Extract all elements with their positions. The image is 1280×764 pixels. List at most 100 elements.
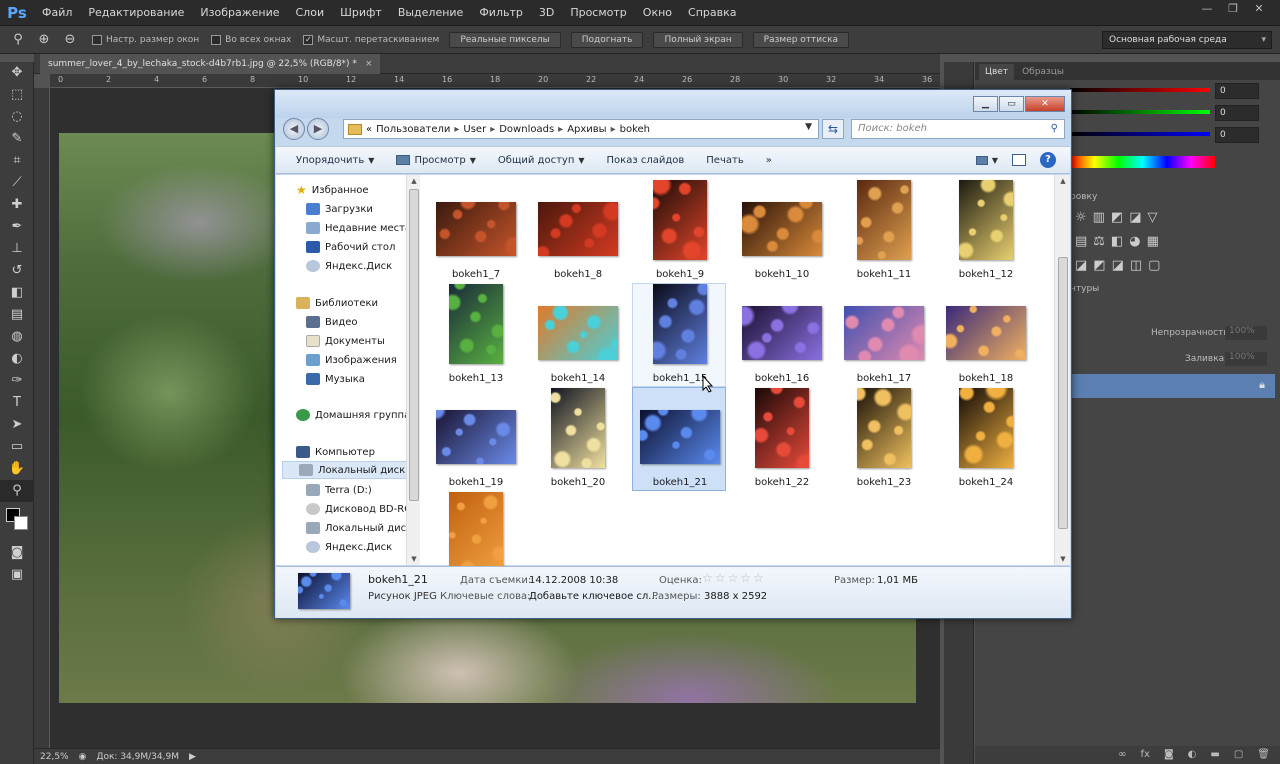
- breadcrumb-item[interactable]: Пользователи: [376, 124, 450, 135]
- opacity-field[interactable]: 100%: [1225, 326, 1267, 340]
- scroll-thumb[interactable]: [1058, 257, 1068, 529]
- lasso-tool-icon[interactable]: ◌: [0, 106, 34, 128]
- nav-desktop[interactable]: Рабочий стол: [306, 238, 395, 256]
- menu-item[interactable]: Фильтр: [471, 0, 531, 26]
- zoom-out-icon[interactable]: ⊖: [60, 30, 80, 50]
- layer-row[interactable]: 🔒︎: [1070, 374, 1275, 398]
- breadcrumb-separator-icon[interactable]: ▸: [490, 124, 495, 135]
- blur-tool-icon[interactable]: ◍: [0, 326, 34, 348]
- scroll-down-icon[interactable]: ▼: [407, 553, 421, 565]
- tab-swatches[interactable]: Образцы: [1016, 64, 1070, 80]
- menu-item[interactable]: Выделение: [390, 0, 472, 26]
- menu-item[interactable]: Слои: [288, 0, 333, 26]
- preview-button[interactable]: Просмотр ▼: [396, 155, 476, 166]
- resize-windows-checkbox[interactable]: Настр. размер окон: [92, 34, 199, 45]
- breadcrumb-item[interactable]: «: [366, 124, 372, 135]
- search-icon[interactable]: ⚲: [1051, 120, 1058, 138]
- nav-pictures[interactable]: Изображения: [306, 351, 397, 369]
- keywords-value[interactable]: Добавьте ключевое сл...: [529, 591, 658, 602]
- breadcrumb-item[interactable]: Downloads: [499, 124, 554, 135]
- file-item[interactable]: bokeh1_11: [836, 179, 930, 283]
- nav-local-disk[interactable]: Локальный диск: [306, 519, 408, 537]
- fill-screen-button[interactable]: Полный экран: [653, 31, 743, 48]
- file-item[interactable]: bokeh1_9: [632, 179, 726, 283]
- scrubby-zoom-checkbox[interactable]: ✓ Масшт. перетаскиванием: [303, 34, 439, 45]
- breadcrumb-separator-icon[interactable]: ▸: [611, 124, 616, 135]
- file-item[interactable]: bokeh1_23: [836, 387, 930, 491]
- menu-item[interactable]: 3D: [531, 0, 562, 26]
- minimize-icon[interactable]: —: [1196, 2, 1218, 16]
- type-tool-icon[interactable]: T: [0, 392, 34, 414]
- menu-item[interactable]: Шрифт: [332, 0, 390, 26]
- file-item[interactable]: bokeh1_16: [734, 283, 828, 387]
- green-value[interactable]: 0: [1215, 105, 1259, 121]
- file-item[interactable]: bokeh1_22: [734, 387, 828, 491]
- menu-item[interactable]: Изображение: [192, 0, 287, 26]
- red-value[interactable]: 0: [1215, 83, 1259, 99]
- dialog-close-icon[interactable]: ✕: [1025, 96, 1065, 112]
- gradient-tool-icon[interactable]: ▤: [0, 304, 34, 326]
- file-item[interactable]: bokeh1_12: [938, 179, 1032, 283]
- print-button[interactable]: Печать: [706, 155, 743, 166]
- more-commands-button[interactable]: »: [766, 155, 772, 166]
- nav-downloads[interactable]: Загрузки: [306, 200, 373, 218]
- back-button[interactable]: ◀: [283, 118, 305, 140]
- organize-button[interactable]: Упорядочить ▼: [296, 155, 374, 166]
- nav-computer[interactable]: Компьютер: [296, 443, 375, 461]
- file-item[interactable]: bokeh1_8: [530, 179, 624, 283]
- nav-scrollbar[interactable]: ▲ ▼: [406, 175, 420, 565]
- file-item[interactable]: bokeh1_17: [836, 283, 930, 387]
- nav-yandex-disk-2[interactable]: Яндекс.Диск: [306, 538, 392, 556]
- menu-item[interactable]: Справка: [680, 0, 744, 26]
- nav-terra-d[interactable]: Terra (D:): [306, 481, 372, 499]
- color-spectrum[interactable]: [1070, 156, 1215, 168]
- file-item[interactable]: bokeh1_15: [632, 283, 726, 387]
- file-item[interactable]: bokeh1_14: [530, 283, 624, 387]
- breadcrumb[interactable]: « Пользователи ▸ User ▸ Downloads ▸ Архивы ▸ boke…: [343, 119, 819, 139]
- nav-documents[interactable]: Документы: [306, 332, 385, 350]
- adjustment-icons-row3[interactable]: ◪◩◪◫▢: [1075, 258, 1166, 273]
- eyedropper-tool-icon[interactable]: ⟋: [0, 172, 34, 194]
- close-tab-icon[interactable]: ×: [365, 59, 373, 69]
- eraser-tool-icon[interactable]: ◧: [0, 282, 34, 304]
- file-item[interactable]: bokeh1_18: [938, 283, 1032, 387]
- history-brush-icon[interactable]: ↺: [0, 260, 34, 282]
- nav-bd-drive[interactable]: Дисковод BD-RO: [306, 500, 408, 518]
- refresh-button[interactable]: ⇆: [822, 119, 844, 139]
- nav-favorites[interactable]: ★ Избранное: [296, 181, 369, 199]
- rating-stars[interactable]: ☆☆☆☆☆: [702, 571, 766, 585]
- file-item[interactable]: bokeh1_20: [530, 387, 624, 491]
- crop-tool-icon[interactable]: ⌗: [0, 150, 34, 172]
- link-icon[interactable]: ∞: [1118, 746, 1126, 764]
- nav-music[interactable]: Музыка: [306, 370, 365, 388]
- brush-tool-icon[interactable]: ✒: [0, 216, 34, 238]
- address-dropdown-icon[interactable]: ▼: [805, 122, 812, 132]
- file-item[interactable]: bokeh1_10: [734, 179, 828, 283]
- files-scrollbar[interactable]: ▲ ▼: [1054, 175, 1070, 565]
- pen-tool-icon[interactable]: ✑: [0, 370, 34, 392]
- breadcrumb-item[interactable]: bokeh: [620, 124, 650, 135]
- path-select-tool-icon[interactable]: ➤: [0, 414, 34, 436]
- share-button[interactable]: Общий доступ ▼: [498, 155, 585, 166]
- status-info-icon[interactable]: ◉: [79, 752, 87, 762]
- fx-icon[interactable]: fx: [1141, 746, 1150, 764]
- nav-video[interactable]: Видео: [306, 313, 358, 331]
- new-layer-icon[interactable]: ▢: [1234, 746, 1243, 764]
- stamp-tool-icon[interactable]: ⊥: [0, 238, 34, 260]
- breadcrumb-separator-icon[interactable]: ▸: [558, 124, 563, 135]
- nav-yandex-disk[interactable]: Яндекс.Диск: [306, 257, 392, 275]
- slideshow-button[interactable]: Показ слайдов: [607, 155, 685, 166]
- hand-tool-icon[interactable]: ✋: [0, 458, 34, 480]
- screen-mode-icon[interactable]: ▣: [0, 564, 34, 586]
- file-item[interactable]: bokeh1_7: [428, 179, 522, 283]
- move-tool-icon[interactable]: ✥: [0, 62, 34, 84]
- adjustment-icons-row2[interactable]: ▤⚖◧◕▦: [1075, 234, 1165, 249]
- menu-item[interactable]: Просмотр: [562, 0, 634, 26]
- print-size-button[interactable]: Размер оттиска: [752, 31, 850, 48]
- scroll-up-icon[interactable]: ▲: [1056, 175, 1070, 187]
- tab-color[interactable]: Цвет: [979, 64, 1015, 80]
- adjustment-layer-icon[interactable]: ◐: [1188, 746, 1197, 764]
- restore-icon[interactable]: ❐: [1222, 2, 1244, 16]
- menu-item[interactable]: Файл: [34, 0, 80, 26]
- dialog-titlebar[interactable]: ▁ ▭ ✕: [275, 90, 1071, 118]
